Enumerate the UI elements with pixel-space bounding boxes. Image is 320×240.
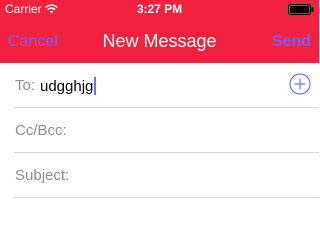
compose-screen: Carrier 3:27 PM Cancel New Message Send … (0, 0, 319, 206)
send-button[interactable]: Send (272, 33, 311, 51)
plus-circle-icon[interactable] (289, 73, 311, 95)
subject-field[interactable]: Subject: (0, 153, 319, 198)
to-label: To: (15, 77, 36, 94)
divider (14, 197, 319, 198)
status-bar: Carrier 3:27 PM (0, 0, 319, 20)
cc-bcc-label: Cc/Bcc: (15, 122, 67, 139)
to-field[interactable]: To: udgghjg (0, 63, 319, 108)
battery-icon (288, 4, 314, 15)
cc-bcc-field[interactable]: Cc/Bcc: (0, 108, 319, 153)
subject-label: Subject: (15, 167, 70, 184)
navigation-bar: Cancel New Message Send (0, 20, 319, 63)
header: Carrier 3:27 PM Cancel New Message Send (0, 0, 319, 63)
to-input-text: udgghjg (40, 78, 94, 95)
to-input[interactable]: udgghjg (40, 77, 97, 95)
status-time: 3:27 PM (136, 2, 183, 16)
text-cursor (94, 77, 97, 95)
